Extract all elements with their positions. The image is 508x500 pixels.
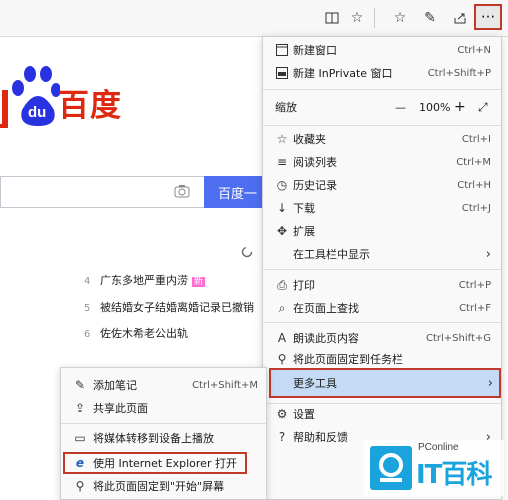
hot-item[interactable]: 6 佐佐木希老公出轨 [84, 325, 188, 341]
menu-divider [263, 322, 501, 323]
menu-divider [263, 125, 501, 126]
toolbar-divider [374, 8, 375, 28]
more-tools-submenu: ✎ 添加笔记 Ctrl+Shift+M ⇪ 共享此页面 ▭ 将媒体转移到设备上播… [60, 367, 267, 500]
menu-item-downloads[interactable]: ↓ 下载 Ctrl+J [263, 197, 501, 219]
chevron-right-icon: › [485, 246, 491, 262]
menu-divider [61, 423, 266, 424]
hot-item[interactable]: 4 广东多地严重内涝新 [84, 272, 206, 288]
watermark: PConline IT百科 [364, 440, 504, 496]
inprivate-icon [275, 66, 289, 80]
submenu-item-share-page[interactable]: ⇪ 共享此页面 [61, 397, 266, 419]
pin-icon: ⚲ [277, 352, 287, 366]
watermark-name: IT百科 [416, 460, 492, 490]
favorite-star-icon[interactable]: ☆ [347, 8, 367, 28]
help-icon: ? [278, 430, 286, 444]
read-aloud-icon: A [277, 331, 287, 345]
zoom-level: 100% [419, 100, 451, 114]
pconline-logo-icon [370, 446, 412, 490]
menu-item-history[interactable]: ◷ 历史记录 Ctrl+H [263, 174, 501, 196]
watermark-brand: PConline [418, 442, 459, 453]
favorites-list-icon[interactable]: ☆ [390, 8, 410, 28]
menu-item-print[interactable]: ⎙ 打印 Ctrl+P [263, 274, 501, 296]
pin-icon: ⚲ [75, 479, 85, 493]
internet-explorer-icon: e [75, 456, 85, 470]
print-icon: ⎙ [277, 277, 287, 292]
baidu-logo [0, 60, 61, 133]
window-icon [275, 43, 289, 57]
submenu-item-open-ie[interactable]: e 使用 Internet Explorer 打开 [63, 452, 247, 474]
zoom-out-button[interactable]: — [395, 101, 406, 114]
pen-icon[interactable]: ✎ [420, 8, 440, 28]
menu-divider [263, 269, 501, 270]
find-icon: ⌕ [278, 300, 286, 315]
favorites-icon: ☆ [276, 132, 288, 146]
menu-item-read-aloud[interactable]: A 朗读此页内容 Ctrl+Shift+G [263, 327, 501, 349]
extensions-icon: ✥ [276, 224, 288, 238]
share-icon: ⇪ [74, 401, 86, 415]
cast-icon: ▭ [74, 431, 86, 445]
menu-item-reading-list[interactable]: ≡ 阅读列表 Ctrl+M [263, 151, 501, 173]
new-badge: 新 [192, 277, 206, 287]
submenu-item-cast[interactable]: ▭ 将媒体转移到设备上播放 [61, 427, 266, 449]
pen-icon: ✎ [74, 378, 86, 392]
menu-divider [263, 89, 501, 90]
submenu-item-pin-start[interactable]: ⚲ 将此页面固定到"开始"屏幕 [61, 475, 266, 497]
menu-item-show-in-toolbar[interactable]: 在工具栏中显示 › [263, 243, 501, 265]
more-icon: ··· [480, 8, 496, 26]
menu-item-find[interactable]: ⌕ 在页面上查找 Ctrl+F [263, 297, 501, 319]
hot-item[interactable]: 5 被结婚女子结婚离婚记录已撤销 [84, 299, 254, 315]
refresh-icon[interactable] [241, 246, 253, 261]
menu-item-pin-taskbar[interactable]: ⚲ 将此页面固定到任务栏 [263, 348, 501, 370]
reading-view-icon[interactable] [322, 8, 342, 28]
more-menu: 新建窗口 Ctrl+N 新建 InPrivate 窗口 Ctrl+Shift+P… [262, 36, 502, 500]
fullscreen-icon[interactable]: ⤢ [478, 100, 488, 115]
download-icon: ↓ [276, 201, 288, 215]
menu-item-settings[interactable]: ⚙ 设置 [263, 403, 501, 425]
logo-du-text: du [28, 104, 47, 121]
reading-list-icon: ≡ [276, 155, 288, 169]
history-icon: ◷ [276, 178, 288, 192]
menu-item-new-inprivate[interactable]: 新建 InPrivate 窗口 Ctrl+Shift+P [263, 62, 501, 84]
share-icon[interactable] [450, 8, 470, 28]
gear-icon: ⚙ [276, 407, 288, 421]
menu-item-extensions[interactable]: ✥ 扩展 [263, 220, 501, 242]
menu-item-new-window[interactable]: 新建窗口 Ctrl+N [263, 39, 501, 61]
menu-item-more-tools[interactable]: 更多工具 › [269, 368, 501, 398]
more-button[interactable]: ··· [474, 4, 502, 30]
menu-item-favorites[interactable]: ☆ 收藏夹 Ctrl+I [263, 128, 501, 150]
search-button[interactable]: 百度一 [204, 176, 264, 208]
logo-text: 百度 [58, 88, 122, 124]
chevron-right-icon: › [487, 375, 493, 391]
submenu-item-add-notes[interactable]: ✎ 添加笔记 Ctrl+Shift+M [61, 374, 266, 396]
camera-icon[interactable] [174, 184, 190, 201]
browser-toolbar: ☆ ☆ ✎ ··· [0, 0, 508, 37]
menu-item-zoom: 缩放 — 100% + ⤢ [275, 99, 488, 115]
zoom-in-button[interactable]: + [454, 99, 466, 115]
